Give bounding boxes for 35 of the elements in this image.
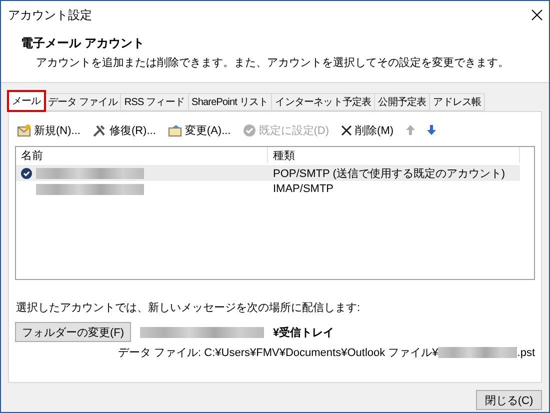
window-title: アカウント設定 [8,6,92,24]
card-icon [168,124,182,136]
close-icon[interactable] [531,9,543,21]
delivery-label: 選択したアカウントでは、新しいメッセージを次の場所に配信します: [16,300,360,315]
x-icon [341,124,352,136]
toolbar-button[interactable]: 修復(R)... [90,122,158,138]
check-circle-icon [242,124,256,136]
table-cell-text: POP/SMTP (送信で使用する既定のアカウント) [272,166,506,180]
tab[interactable]: インターネット予定表 [271,93,376,111]
down-arrow-icon [426,125,436,135]
tab[interactable]: データ ファイル [44,93,122,111]
toolbar-button[interactable]: 新規(N)... [15,122,82,138]
close-button[interactable]: 閉じる(C) [476,390,542,410]
tab[interactable]: メール [8,91,45,111]
table-cell-text: IMAP/SMTP [272,183,335,195]
tab[interactable]: SharePoint リスト [188,93,272,111]
arrow-button[interactable] [424,125,438,135]
column-header[interactable]: 名前 [16,147,268,163]
column-header[interactable]: 種類 [268,147,520,163]
folder-path: ¥受信トレイ [273,326,334,340]
tools-icon [92,124,106,136]
account-row[interactable]: POP/SMTP (送信で使用する既定のアカウント) [16,165,520,181]
data-file-path: データ ファイル: C:¥Users¥FMV¥Documents¥Outlook ファイル¥ [118,346,438,360]
envelope-icon [17,124,31,136]
file-extension: .pst [517,346,535,358]
tab[interactable]: アドレス帳 [429,93,486,111]
toolbar-button[interactable]: 変更(A)... [166,122,233,138]
up-arrow-icon [406,125,415,135]
section-description: アカウントを追加または削除できます。また、アカウントを選択してその設定を変更できます。 [36,56,509,70]
tab[interactable]: 公開予定表 [374,93,430,111]
account-row[interactable]: IMAP/SMTP [16,181,520,197]
section-title: 電子メール アカウント [21,35,144,52]
change-folder-button[interactable]: フォルダーの変更(F) [15,322,132,342]
tab[interactable]: RSS フィード [120,93,189,111]
toolbar-button[interactable]: 削除(M) [339,122,396,138]
